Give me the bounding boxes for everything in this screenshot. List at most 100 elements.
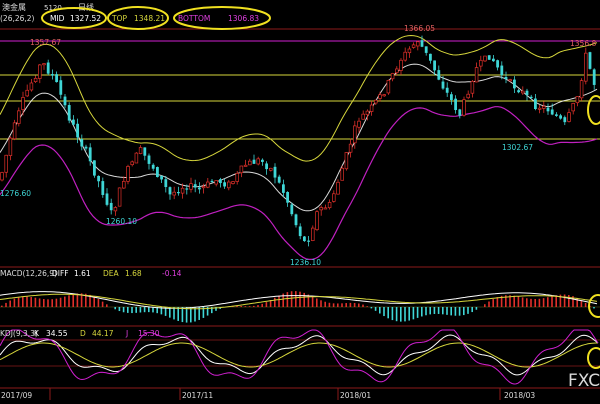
candle-body [509, 80, 512, 81]
candle-body [316, 212, 319, 230]
macd-bar [190, 307, 192, 322]
candle-body [580, 81, 583, 98]
candle-body [240, 166, 243, 173]
macd-bar [72, 294, 74, 307]
top-label: TOP [111, 14, 127, 23]
candle-body [534, 99, 537, 109]
macd-bar [497, 297, 499, 307]
macd-bar [291, 291, 293, 307]
time-label: 2018/01 [340, 391, 371, 400]
candle-body [492, 59, 495, 61]
macd-bar [362, 305, 364, 307]
candle-body [467, 94, 470, 98]
candle-body [59, 80, 62, 95]
macd-bar [253, 306, 255, 307]
candle-body [429, 54, 432, 61]
candle-body [391, 73, 394, 78]
price-label-low-4: 1276.60 [0, 189, 31, 198]
candle-body [206, 182, 209, 187]
macd-bar [585, 303, 587, 307]
candle-body [76, 124, 79, 138]
candle-body [139, 147, 142, 153]
candle-body [572, 103, 575, 111]
macd-bar [438, 307, 440, 314]
macd-bar [463, 307, 465, 315]
macd-bar [186, 307, 188, 323]
candle-body [425, 46, 428, 53]
candle-body [30, 83, 33, 90]
candle-body [362, 114, 365, 119]
candle-body [223, 182, 226, 186]
time-label: 2017/11 [182, 391, 213, 400]
candle-body [47, 63, 50, 74]
candle-body [324, 208, 327, 209]
macd-label: MACD(12,26,9) [0, 269, 57, 278]
macd-bar [421, 307, 423, 316]
macd-bar [354, 303, 356, 307]
macd-bar [400, 307, 402, 322]
candle-body [55, 74, 58, 82]
candle-body [286, 192, 289, 203]
candle-body [26, 90, 29, 96]
macd-histogram-value: -0.14 [162, 269, 182, 278]
macd-bar [446, 307, 448, 315]
candle-body [589, 52, 592, 69]
candle-body [496, 60, 499, 67]
candle-body [345, 152, 348, 168]
candle-body [236, 173, 239, 181]
candle-body [85, 147, 88, 149]
macd-bar [488, 301, 490, 307]
candle-body [248, 161, 251, 165]
candle-body [97, 176, 100, 181]
macd-bar [392, 307, 394, 320]
macd-bar [18, 297, 20, 307]
macd-bar [593, 307, 595, 308]
kdj-d-value: 44.17 [92, 329, 114, 338]
macd-bar [240, 306, 242, 307]
watermark-logo: FXC [568, 371, 600, 391]
candle-body [568, 113, 571, 122]
candle-body [454, 99, 457, 110]
macd-bar [173, 307, 175, 319]
macd-bar [30, 297, 32, 307]
candle-body [320, 207, 323, 209]
candle-body [34, 78, 37, 81]
candle-body [563, 117, 566, 122]
candle-body [307, 241, 310, 242]
macd-bar [333, 303, 335, 307]
candle-body [370, 105, 373, 112]
mid-label: MID [50, 14, 65, 23]
macd-diff-value: 1.61 [74, 269, 91, 278]
candle-body [194, 184, 197, 187]
macd-diff-label: DIFF [52, 269, 69, 278]
price-label-high-1: 1357.67 [30, 38, 61, 47]
macd-bar [425, 307, 427, 315]
bottom-label: BOTTOM [178, 14, 210, 23]
macd-bar [148, 307, 150, 312]
candle-body [181, 188, 184, 193]
candle-body [282, 184, 285, 193]
candle-body [114, 207, 117, 210]
macd-bar [140, 307, 142, 313]
candle-body [101, 181, 104, 195]
chart-window[interactable]: 澳金属 5120 日线 (26,26,2) MID 1327.52 TOP 13… [0, 0, 600, 400]
kdj-j-value: 15.30 [138, 329, 160, 338]
candle-body [374, 100, 377, 103]
macd-bar [303, 293, 305, 307]
candle-body [64, 97, 67, 106]
candle-body [38, 65, 41, 79]
candle-body [51, 74, 54, 76]
candle-body [475, 68, 478, 82]
candle-body [143, 147, 146, 155]
candle-body [358, 121, 361, 127]
candle-body [484, 56, 487, 61]
macd-bar [114, 307, 116, 309]
candle-body [551, 109, 554, 114]
macd-bar [245, 306, 247, 307]
candle-body [463, 100, 466, 116]
kdj-label: KDJ(9,3,3) [0, 329, 38, 338]
macd-bar [98, 299, 100, 307]
macd-bar [56, 299, 58, 307]
macd-bar [337, 303, 339, 307]
candle-body [106, 193, 109, 204]
